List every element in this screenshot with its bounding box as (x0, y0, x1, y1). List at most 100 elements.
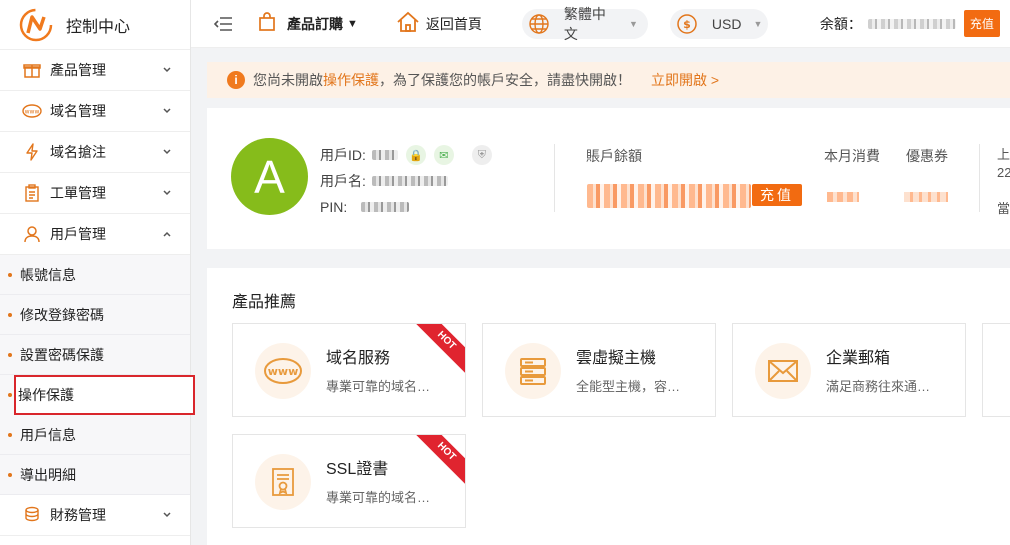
sidebar-item-label: 用戶管理 (50, 226, 106, 242)
sidebar-item-products[interactable]: 產品管理 (0, 50, 190, 91)
security-notice: i 您尚未開啟 操作保護 ，為了保護您的帳戶安全，請盡快開啟！ 立即開啟 > (207, 62, 1010, 98)
monthly-spend-redacted (827, 192, 859, 202)
product-desc: 專業可靠的域名… (326, 490, 431, 505)
product-card-email[interactable]: 企業郵箱 滿足商務往來通… (732, 323, 966, 417)
shopping-bag-icon (257, 12, 277, 35)
pin-label: PIN: (320, 199, 348, 215)
shield-icon[interactable]: ⛨ (471, 145, 492, 165)
gift-icon (22, 60, 42, 80)
pin-redacted (361, 202, 410, 212)
submenu-item-user-info[interactable]: 用戶信息 (0, 415, 190, 455)
svg-text:www: www (268, 365, 299, 378)
sidebar-item-label: 工單管理 (50, 185, 106, 201)
clipboard-icon (22, 183, 42, 203)
truncated-label: 當 (997, 201, 1010, 216)
product-card-domain[interactable]: www 域名服務 專業可靠的域名… HOT (232, 323, 466, 417)
user-icon (22, 224, 42, 244)
product-recommendations: 產品推薦 www 域名服務 專業可靠的域名… HOT 雲虛擬主機 全能型主機，容… (207, 268, 1010, 545)
product-desc: 專業可靠的域名… (326, 379, 431, 394)
balance-label: 余額： (819, 15, 862, 32)
sidebar: 控制中心 產品管理 www 域名管理 域名搶注 工單管理 用戶管理 帳號信息 修… (0, 0, 195, 545)
home-icon (396, 11, 420, 36)
product-name: 雲虛擬主機 (576, 350, 657, 367)
pin-row: PIN: (320, 194, 492, 220)
home-link[interactable]: 返回首頁 (396, 11, 482, 36)
coupon-redacted (904, 192, 948, 202)
balance-area: 余額： 充值 (820, 10, 1000, 37)
username-redacted (371, 176, 448, 186)
currency-value: USD (711, 15, 742, 32)
product-card-ssl[interactable]: SSL證書 專業可靠的域名… HOT (232, 434, 466, 528)
email-icon[interactable]: ✉ (433, 145, 454, 165)
user-submenu: 帳號信息 修改登錄密碼 設置密碼保護 操作保護 用戶信息 導出明細 (0, 255, 195, 495)
sidebar-item-domains[interactable]: www 域名管理 (0, 91, 190, 132)
monthly-spend-label: 本月消費 (824, 148, 880, 164)
sidebar-item-tickets[interactable]: 工單管理 (0, 173, 190, 214)
submenu-item-export-details[interactable]: 導出明細 (0, 455, 190, 495)
sidebar-item-label: 域名管理 (50, 103, 106, 119)
product-name: 域名服務 (326, 350, 391, 367)
account-card: A 用戶ID: 🔒 ✉ ⛨ 用戶名: PIN: 賬戶餘額 充值 本月消費 優惠券… (207, 108, 1010, 249)
submenu-item-password-protection[interactable]: 設置密碼保護 (0, 335, 190, 375)
caret-down-icon: ▼ (347, 17, 358, 30)
notice-prefix: 您尚未開啟 (253, 72, 323, 88)
divider (554, 144, 555, 212)
caret-down-icon: ▼ (628, 18, 638, 29)
app-title: 控制中心 (66, 18, 131, 36)
avatar[interactable]: A (231, 138, 308, 215)
username-row: 用戶名: (320, 168, 492, 194)
submenu-item-change-password[interactable]: 修改登錄密碼 (0, 295, 190, 335)
svg-text:$: $ (683, 18, 691, 31)
product-desc: 全能型主機，容… (576, 379, 681, 394)
product-order-label: 產品訂購 (287, 15, 343, 32)
chevron-down-icon (162, 187, 174, 199)
submenu-item-account-info[interactable]: 帳號信息 (0, 255, 190, 295)
user-info: 用戶ID: 🔒 ✉ ⛨ 用戶名: PIN: (320, 142, 492, 220)
chevron-down-icon (162, 509, 174, 521)
www-icon: www (22, 101, 42, 121)
home-label: 返回首頁 (425, 15, 482, 32)
username-label: 用戶名: (320, 173, 366, 189)
sidebar-item-label: 域名搶注 (50, 144, 106, 160)
account-balance-label: 賬戶餘額 (586, 148, 642, 164)
account-recharge-button[interactable]: 充值 (752, 184, 802, 206)
user-id-redacted (371, 150, 398, 160)
chevron-down-icon (162, 105, 174, 117)
product-name: 企業郵箱 (826, 350, 891, 367)
product-desc: 滿足商務往來通… (826, 379, 931, 394)
divider (979, 144, 980, 212)
truncated-value: 22 (997, 165, 1010, 180)
coins-icon (22, 505, 42, 525)
sidebar-item-label: 財務管理 (50, 507, 106, 523)
recharge-button[interactable]: 充值 (963, 10, 1000, 37)
language-value: 繁體中文 (563, 5, 606, 42)
info-icon: i (227, 71, 245, 89)
coupon-label: 優惠券 (906, 148, 948, 164)
user-id-label: 用戶ID: (320, 147, 366, 163)
product-card-virtual-host[interactable]: 雲虛擬主機 全能型主機，容… (482, 323, 716, 417)
truncated-label: 上 (997, 147, 1010, 162)
product-card-partial[interactable] (982, 323, 1010, 417)
product-name: SSL證書 (326, 461, 389, 478)
www-icon: www (255, 343, 311, 399)
product-order-menu[interactable]: 產品訂購 ▼ (257, 12, 358, 35)
sidebar-item-finance[interactable]: 財務管理 (0, 495, 190, 536)
lightning-icon (22, 142, 42, 162)
submenu-item-operation-protection[interactable]: 操作保護 (8, 375, 195, 415)
globe-icon (528, 13, 550, 35)
caret-down-icon: ▼ (753, 18, 763, 29)
brand[interactable]: 控制中心 (0, 0, 190, 50)
hot-badge: HOT (410, 324, 465, 377)
currency-select[interactable]: $ USD ▼ (669, 8, 768, 39)
lock-icon[interactable]: 🔒 (405, 145, 426, 165)
enable-now-link[interactable]: 立即開啟 > (651, 70, 719, 90)
sidebar-item-users[interactable]: 用戶管理 (0, 214, 190, 255)
topbar: 產品訂購 ▼ 返回首頁 繁體中文 ▼ $ USD ▼ 余額： 充值 (191, 0, 1010, 48)
collapse-menu-icon[interactable] (211, 12, 235, 36)
language-select[interactable]: 繁體中文 ▼ (521, 6, 648, 42)
account-balance-redacted (587, 184, 751, 208)
svg-text:www: www (25, 109, 40, 116)
notice-highlight: 操作保護 (323, 72, 379, 88)
user-id-row: 用戶ID: 🔒 ✉ ⛨ (320, 142, 492, 168)
sidebar-item-domain-snap[interactable]: 域名搶注 (0, 132, 190, 173)
